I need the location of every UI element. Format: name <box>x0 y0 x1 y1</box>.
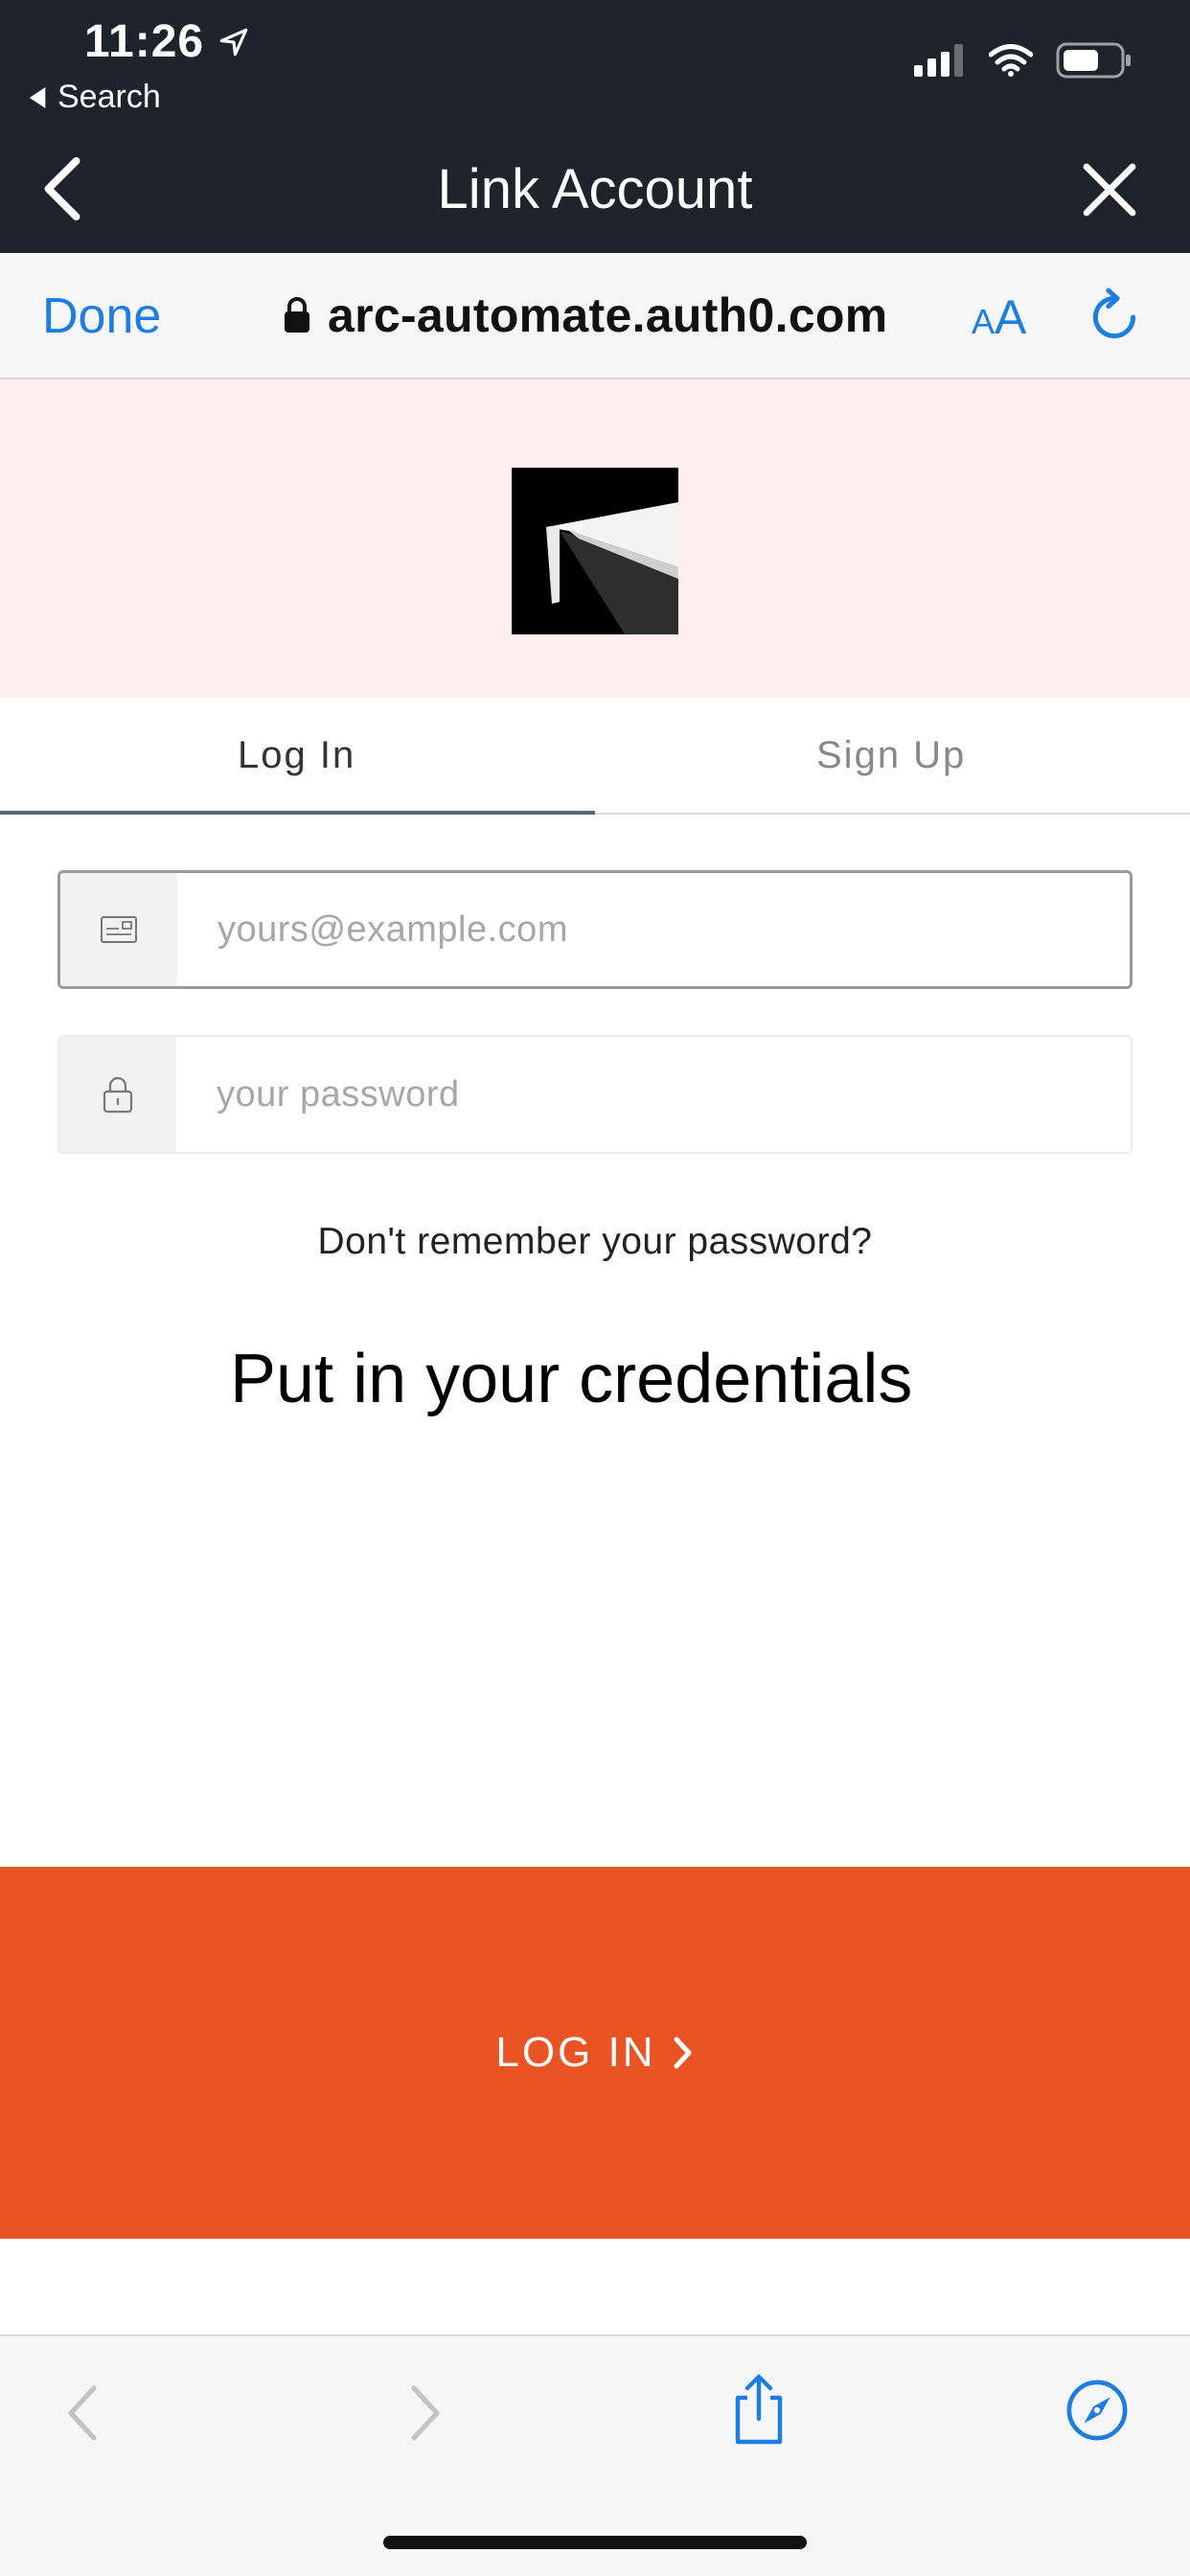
padlock-icon <box>103 1076 133 1114</box>
page-title: Link Account <box>437 158 753 220</box>
text-size-small-label: A <box>972 302 995 341</box>
location-arrow-icon <box>219 28 248 56</box>
tab-sign-up[interactable]: Sign Up <box>816 734 966 777</box>
login-button-label: LOG IN <box>495 2029 656 2076</box>
password-input[interactable] <box>217 1037 1098 1152</box>
signal-icon <box>914 44 963 77</box>
text-size-button[interactable]: AA <box>972 289 1026 345</box>
browser-back-icon[interactable] <box>63 2382 102 2444</box>
top-navigation: 11:26 Search Link Account <box>0 0 1190 253</box>
share-icon[interactable] <box>728 2373 790 2446</box>
wifi-icon <box>989 44 1033 77</box>
password-icon-box <box>59 1037 176 1152</box>
url-display[interactable]: arc-automate.auth0.com <box>284 288 888 343</box>
login-button[interactable]: LOG IN <box>0 1867 1190 2239</box>
email-card-icon <box>101 916 137 943</box>
reload-icon[interactable] <box>1085 288 1144 347</box>
url-text: arc-automate.auth0.com <box>328 288 888 342</box>
forgot-password-link[interactable]: Don't remember your password? <box>0 1221 1190 1263</box>
email-input[interactable] <box>217 873 1099 986</box>
done-button[interactable]: Done <box>42 288 161 345</box>
active-tab-indicator <box>0 811 595 815</box>
brand-logo <box>512 468 678 634</box>
time-label: 11:26 <box>84 16 205 67</box>
text-size-large-label: A <box>995 290 1027 344</box>
back-triangle-icon <box>29 86 46 108</box>
compass-icon[interactable] <box>1065 2379 1129 2442</box>
battery-icon <box>1056 42 1131 79</box>
back-to-search[interactable]: Search <box>29 79 161 116</box>
status-icons <box>914 42 1133 79</box>
back-to-search-label: Search <box>57 79 161 115</box>
home-indicator[interactable] <box>383 2536 807 2549</box>
password-field[interactable] <box>57 1035 1133 1154</box>
browser-forward-icon[interactable] <box>406 2382 445 2444</box>
close-icon[interactable] <box>1081 161 1138 218</box>
tab-log-in[interactable]: Log In <box>238 734 355 777</box>
auth-tabs: Log In Sign Up <box>0 698 1190 815</box>
email-icon-box <box>60 873 177 986</box>
credentials-message: Put in your credentials <box>230 1341 913 1417</box>
browser-address-bar: Done arc-automate.auth0.com AA <box>0 253 1190 380</box>
header-banner <box>0 380 1190 698</box>
email-field[interactable] <box>57 870 1133 989</box>
status-time: 11:26 <box>84 15 250 68</box>
lock-icon <box>285 297 309 333</box>
chevron-right-icon <box>674 2036 692 2069</box>
